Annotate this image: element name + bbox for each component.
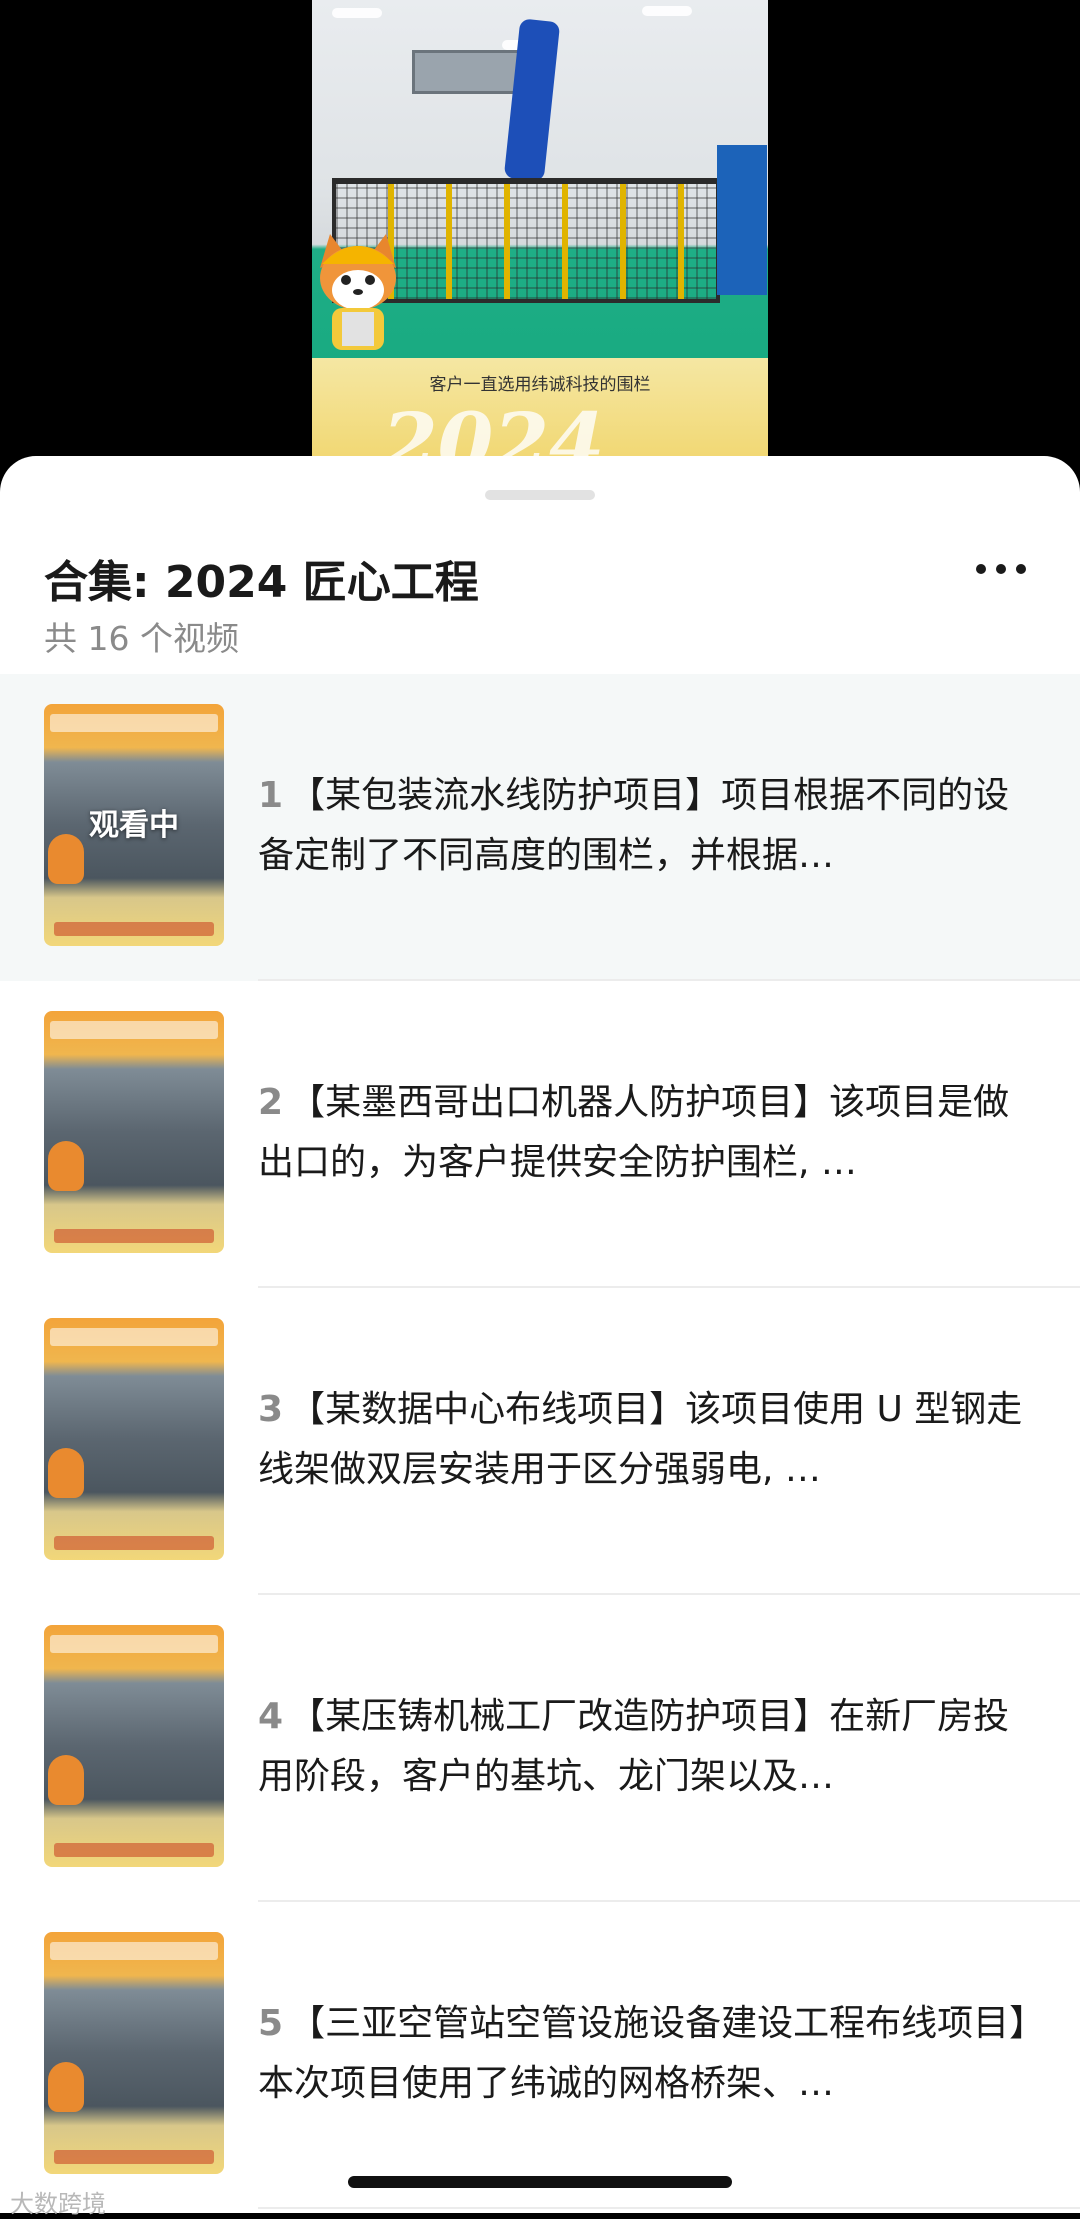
item-description: 【某压铸机械工厂改造防护项目】在新厂房投用阶段，客户的基坑、龙门架以及… — [258, 1696, 1010, 1797]
list-item[interactable]: 观看中 1 【某包装流水线防护项目】项目根据不同的设备定制了不同高度的围栏，并根据… — [0, 674, 1080, 981]
list-item[interactable]: 2 【某墨西哥出口机器人防护项目】该项目是做出口的，为客户提供安全防护围栏, … — [0, 981, 1080, 1288]
video-title: 4 【某压铸机械工厂改造防护项目】在新厂房投用阶段，客户的基坑、龙门架以及… — [258, 1687, 1028, 1807]
item-description: 【某墨西哥出口机器人防护项目】该项目是做出口的，为客户提供安全防护围栏, … — [258, 1082, 1010, 1183]
control-cabinet — [717, 145, 767, 295]
item-number: 3 — [258, 1389, 284, 1430]
item-description: 【某数据中心布线项目】该项目使用 U 型钢走线架做双层安装用于区分强弱电, … — [258, 1389, 1023, 1490]
video-thumbnail[interactable] — [44, 1625, 224, 1867]
collection-sheet: 合集: 2024 匠心工程 共 16 个视频 观看中 1 【某包装流水线防护项目】… — [0, 456, 1080, 2213]
ceiling-light — [332, 8, 382, 18]
video-title: 1 【某包装流水线防护项目】项目根据不同的设备定制了不同高度的围栏，并根据… — [258, 766, 1028, 886]
divider — [258, 2207, 1080, 2209]
mascot-icon — [320, 234, 396, 350]
video-title: 5 【三亚空管站空管设施设备建设工程布线项目】本次项目使用了纬诚的网格桥架、… — [258, 1994, 1028, 2114]
now-watching-label: 观看中 — [89, 808, 179, 843]
item-description: 【某包装流水线防护项目】项目根据不同的设备定制了不同高度的围栏，并根据… — [258, 775, 1010, 876]
video-preview[interactable]: 客户一直选用纬诚科技的围栏 2024 — [0, 0, 1080, 470]
video-title: 2 【某墨西哥出口机器人防护项目】该项目是做出口的，为客户提供安全防护围栏, … — [258, 1073, 1028, 1193]
item-number: 1 — [258, 775, 284, 816]
ceiling-light — [642, 6, 692, 16]
video-list: 观看中 1 【某包装流水线防护项目】项目根据不同的设备定制了不同高度的围栏，并根据… — [0, 674, 1080, 2209]
home-indicator[interactable] — [348, 2176, 732, 2188]
video-title: 3 【某数据中心布线项目】该项目使用 U 型钢走线架做双层安装用于区分强弱电, … — [258, 1380, 1028, 1500]
video-thumbnail[interactable]: 观看中 — [44, 704, 224, 946]
watermark: 大数跨境 — [10, 2190, 106, 2218]
item-number: 2 — [258, 1082, 284, 1123]
video-thumbnail[interactable] — [44, 1318, 224, 1560]
video-frame: 客户一直选用纬诚科技的围栏 2024 — [312, 0, 768, 470]
list-item[interactable]: 4 【某压铸机械工厂改造防护项目】在新厂房投用阶段，客户的基坑、龙门架以及… — [0, 1595, 1080, 1902]
video-thumbnail[interactable] — [44, 1011, 224, 1253]
list-item[interactable]: 5 【三亚空管站空管设施设备建设工程布线项目】本次项目使用了纬诚的网格桥架、… — [0, 1902, 1080, 2209]
collection-title: 合集: 2024 匠心工程 — [44, 557, 479, 608]
item-number: 5 — [258, 2003, 284, 2044]
video-count: 共 16 个视频 — [44, 619, 239, 658]
more-options-icon[interactable] — [976, 560, 1026, 578]
sheet-grabber[interactable] — [485, 490, 595, 500]
list-item[interactable]: 3 【某数据中心布线项目】该项目使用 U 型钢走线架做双层安装用于区分强弱电, … — [0, 1288, 1080, 1595]
item-number: 4 — [258, 1696, 284, 1737]
video-thumbnail[interactable] — [44, 1932, 224, 2174]
video-caption: 客户一直选用纬诚科技的围栏 — [429, 375, 651, 395]
item-description: 【三亚空管站空管设施设备建设工程布线项目】本次项目使用了纬诚的网格桥架、… — [258, 2003, 1028, 2104]
